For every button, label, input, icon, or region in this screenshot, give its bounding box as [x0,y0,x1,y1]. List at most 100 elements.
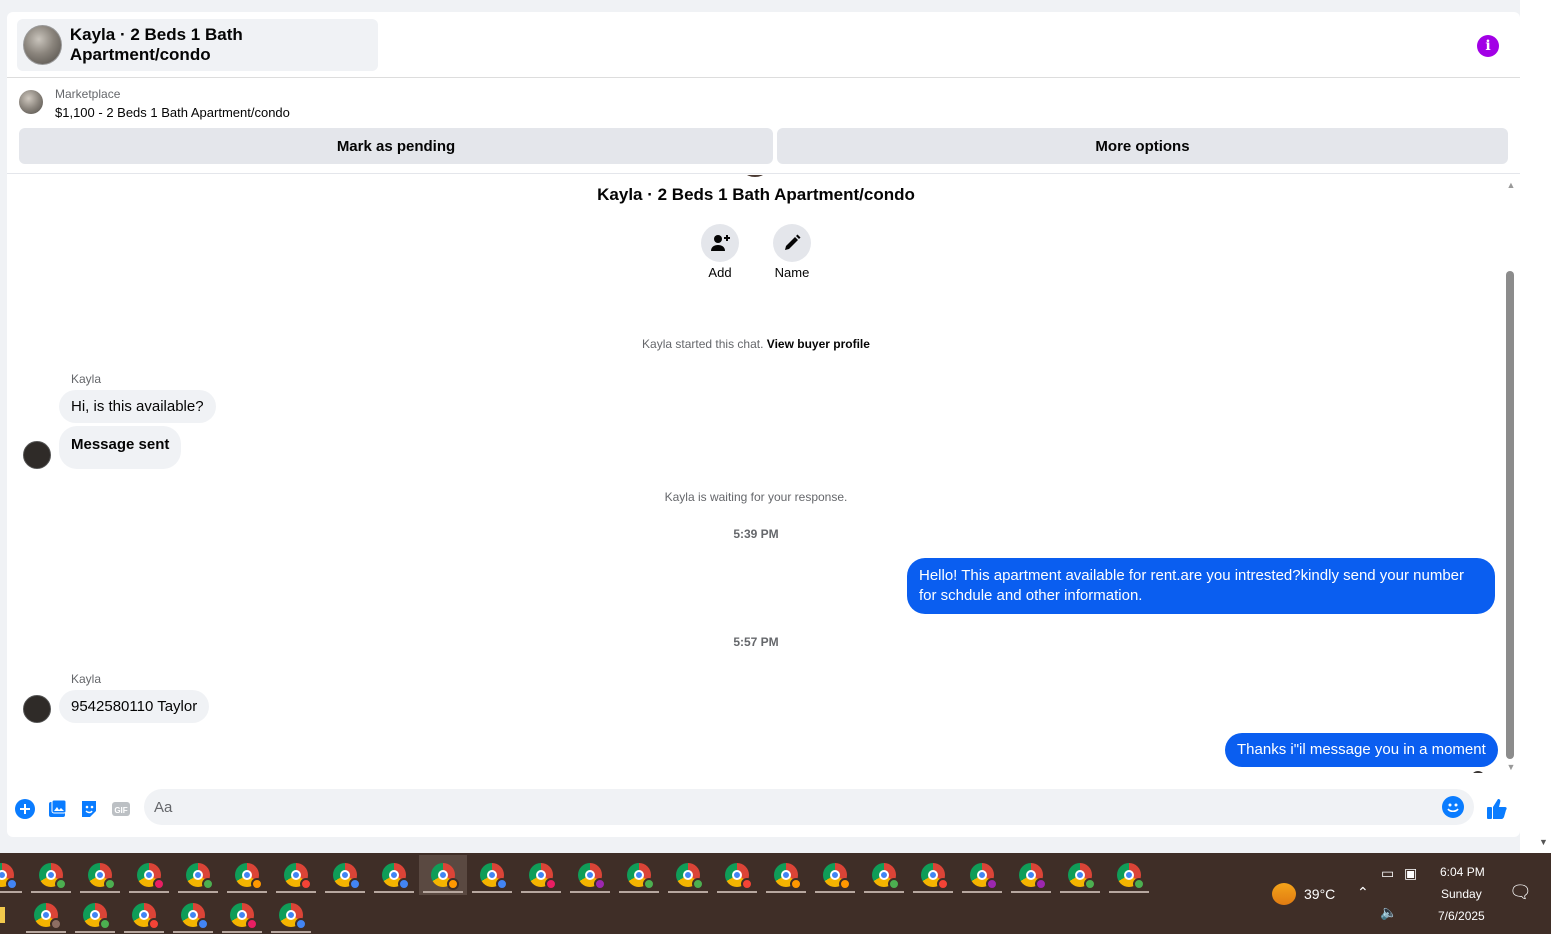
taskbar-chrome-window[interactable] [120,895,168,934]
taskbar-chrome-window[interactable] [321,855,369,895]
taskbar-chrome-window[interactable] [169,895,217,934]
profile-badge-icon [99,918,111,930]
chrome-icon [431,863,459,890]
taskbar-chrome-window[interactable] [664,855,712,895]
sender-avatar[interactable] [23,695,51,723]
open-window-indicator [1011,891,1051,893]
thumbs-up-icon[interactable] [1486,798,1508,820]
plus-icon[interactable] [14,798,36,820]
profile-badge-icon [692,878,704,890]
incoming-message[interactable]: Hi, is this available? [59,390,216,423]
taskbar-chrome-window[interactable] [419,855,467,895]
taskbar-chrome-window[interactable] [27,855,75,895]
open-window-indicator [913,891,953,893]
chat-title-button[interactable]: Kayla · 2 Beds 1 Bath Apartment/condo [17,19,378,71]
taskbar-chrome-window[interactable] [811,855,859,895]
pencil-icon [785,234,801,250]
page-scrollbar[interactable]: ▼ [1520,0,1551,853]
taskbar-chrome-window[interactable] [272,855,320,895]
profile-badge-icon [153,878,165,890]
profile-badge-icon [594,878,606,890]
taskbar-chrome-window[interactable] [0,855,26,895]
chrome-icon [39,863,67,890]
mark-as-pending-button[interactable]: Mark as pending [19,128,773,164]
volume-icon[interactable]: 🔈 [1380,904,1397,921]
taskbar-chrome-window[interactable] [76,855,124,895]
photo-icon[interactable] [46,798,68,820]
taskbar-chrome-window[interactable] [468,855,516,895]
network-icon[interactable]: ▣ [1404,865,1417,882]
taskbar-chrome-window[interactable] [517,855,565,895]
weather-icon[interactable] [1272,883,1296,905]
add-people-button[interactable] [701,224,739,262]
taskbar-chrome-window[interactable] [860,855,908,895]
taskbar-chrome-window[interactable] [174,855,222,895]
taskbar-chrome-window[interactable] [909,855,957,895]
chat-header: Kayla · 2 Beds 1 Bath Apartment/condo i [7,12,1520,78]
incoming-message[interactable]: Message sent [59,426,182,469]
clock-day[interactable]: Sunday [1441,887,1482,901]
listing-title[interactable]: $1,100 - 2 Beds 1 Bath Apartment/condo [55,105,290,120]
open-window-indicator [124,931,164,933]
outgoing-message[interactable]: Thanks i"il message you in a moment [1225,733,1498,767]
taskbar-chrome-window[interactable] [566,855,614,895]
meet-now-icon[interactable]: ▭ [1381,865,1394,882]
taskbar-chrome-window[interactable] [1007,855,1055,895]
chrome-icon [132,903,160,930]
chrome-icon [970,863,998,890]
scroll-up-icon[interactable]: ▲ [1505,181,1517,190]
chrome-icon [230,903,258,930]
show-hidden-icons-icon[interactable]: ⌃ [1357,884,1369,901]
info-icon[interactable]: i [1477,35,1499,57]
taskbar-chrome-window[interactable] [615,855,663,895]
taskbar-chrome-window[interactable] [223,855,271,895]
emoji-icon[interactable] [1442,796,1464,818]
taskbar-chrome-window[interactable] [125,855,173,895]
taskbar-chrome-window[interactable] [713,855,761,895]
message-thread[interactable]: Kayla · 2 Beds 1 Bath Apartment/condo Ad… [7,175,1505,773]
chrome-icon [627,863,655,890]
incoming-message[interactable]: 9542580110 Taylor [59,690,210,723]
waiting-notice: Kayla is waiting for your response. [664,490,848,504]
chrome-icon [382,863,410,890]
taskbar-chrome-window[interactable] [71,895,119,934]
taskbar-chrome-window[interactable] [958,855,1006,895]
taskbar-chrome-window[interactable] [370,855,418,895]
profile-badge-icon [104,878,116,890]
profile-badge-icon [300,878,312,890]
listing-thumbnail[interactable] [19,90,43,114]
sticker-icon[interactable] [78,798,100,820]
scroll-thumb[interactable] [1506,271,1514,759]
message-composer: GIF [7,774,1520,837]
taskbar-chrome-window[interactable] [762,855,810,895]
taskbar-chrome-window[interactable] [1056,855,1104,895]
taskbar-chrome-window[interactable] [267,895,315,934]
open-window-indicator [570,891,610,893]
temperature[interactable]: 39°C [1304,886,1335,902]
taskbar-chrome-window[interactable] [218,895,266,934]
open-window-indicator [178,891,218,893]
chrome-icon [774,863,802,890]
view-buyer-profile-link[interactable]: View buyer profile [767,337,870,351]
open-window-indicator [31,891,71,893]
gif-icon[interactable]: GIF [110,798,132,820]
clock-time[interactable]: 6:04 PM [1440,865,1485,879]
outgoing-message[interactable]: Hello! This apartment available for rent… [907,558,1495,614]
sender-avatar[interactable] [23,441,51,469]
taskbar-chrome-window[interactable] [22,895,70,934]
message-input[interactable] [144,789,1474,825]
name-chat-button[interactable] [773,224,811,262]
open-window-indicator [423,891,463,893]
taskbar-chrome-window[interactable] [1105,855,1153,895]
chrome-icon [137,863,165,890]
notifications-icon[interactable]: 🗨 [1509,882,1532,903]
more-options-button[interactable]: More options [777,128,1508,164]
page-scroll-down-icon[interactable]: ▼ [1539,837,1548,847]
clock-date[interactable]: 7/6/2025 [1438,909,1485,923]
message-input-wrapper [144,789,1474,825]
marketplace-label: Marketplace [55,87,121,101]
open-window-indicator [0,891,22,893]
scroll-down-icon[interactable]: ▼ [1505,763,1517,772]
file-explorer-icon[interactable] [0,895,10,934]
message-scrollbar[interactable]: ▲ ▼ [1505,175,1520,773]
